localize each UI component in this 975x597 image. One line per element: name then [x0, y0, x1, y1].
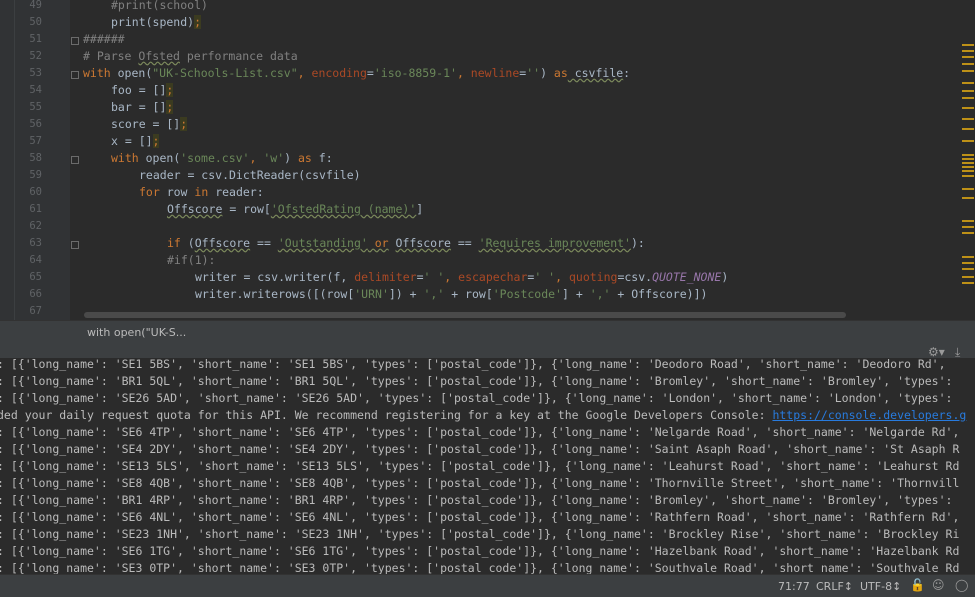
console-line: : [{'long_name': 'SE13 5LS', 'short_name…: [0, 459, 960, 473]
code-line[interactable]: with open("UK-Schools-List.csv", encodin…: [83, 65, 630, 82]
console-link[interactable]: https://console.developers.g: [772, 408, 966, 422]
code-line[interactable]: x = [];: [111, 133, 160, 150]
line-number: 60: [29, 186, 42, 198]
line-number: 55: [29, 101, 42, 113]
code-editor[interactable]: 49 50 51 52 53 54 55 56 57 58 59 60 61 6…: [0, 0, 975, 320]
error-stripe[interactable]: [957, 0, 975, 320]
code-line[interactable]: print(spend);: [111, 14, 202, 31]
console-line: : [{'long_name': 'SE26 5AD', 'short_name…: [0, 391, 960, 405]
code-line[interactable]: Offscore = row['OfstedRating (name)']: [167, 201, 423, 218]
console-line: : [{'long_name': 'SE6 4TP', 'short_name'…: [0, 425, 960, 439]
console-line: : [{'long_name': 'BR1 4RP', 'short_name'…: [0, 493, 960, 507]
code-line[interactable]: writer.writerows([(row['URN']) + ',' + r…: [195, 286, 707, 303]
code-line[interactable]: for row in reader:: [139, 184, 264, 201]
code-line[interactable]: reader = csv.DictReader(csvfile): [139, 167, 361, 184]
console-line: : [{'long_name': 'SE4 2DY', 'short_name'…: [0, 442, 960, 456]
line-number: 63: [29, 237, 42, 249]
line-number: 50: [29, 16, 42, 28]
line-number: 64: [29, 254, 42, 266]
line-number: 66: [29, 288, 42, 300]
run-console[interactable]: : [{'long_name': 'SE1 5BS', 'short_name'…: [0, 358, 975, 574]
line-number: 58: [29, 152, 42, 164]
fold-marker-icon[interactable]: [71, 156, 79, 164]
fold-marker-icon[interactable]: [71, 37, 79, 45]
encoding-selector[interactable]: UTF-8↕: [860, 580, 901, 593]
console-line: : [{'long_name': 'SE23 1NH', 'short_name…: [0, 527, 960, 541]
code-line[interactable]: writer = csv.writer(f, delimiter=' ', es…: [195, 269, 728, 286]
line-number: 51: [29, 33, 42, 45]
code-line[interactable]: score = [];: [111, 116, 188, 133]
line-number: 53: [29, 67, 42, 79]
console-line: ded your daily request quota for this AP…: [0, 408, 967, 422]
line-number: 62: [29, 220, 42, 232]
code-line[interactable]: # Parse Ofsted performance data: [83, 48, 298, 65]
horizontal-scrollbar[interactable]: [84, 312, 846, 318]
code-line[interactable]: #if(1):: [167, 252, 215, 269]
line-number: 49: [29, 0, 42, 11]
hector-icon[interactable]: ☺: [932, 578, 945, 592]
line-separator-selector[interactable]: CRLF↕: [816, 580, 853, 593]
console-line: : [{'long_name': 'BR1 5QL', 'short_name'…: [0, 374, 960, 388]
code-line[interactable]: #print(school): [111, 0, 208, 14]
gutter-divider: [14, 0, 15, 320]
fold-marker-icon[interactable]: [71, 241, 79, 249]
line-number: 56: [29, 118, 42, 130]
lock-icon[interactable]: 🔓: [910, 578, 925, 592]
line-number: 52: [29, 50, 42, 62]
code-line[interactable]: bar = [];: [111, 99, 174, 116]
event-log-icon[interactable]: ◯: [955, 578, 968, 592]
line-number: 61: [29, 203, 42, 215]
breadcrumb-item[interactable]: with open("UK-S...: [87, 326, 186, 339]
gear-icon[interactable]: ⚙▾: [928, 345, 945, 359]
line-number: 54: [29, 84, 42, 96]
code-line[interactable]: with open('some.csv', 'w') as f:: [111, 150, 333, 167]
console-line: : [{'long_name': 'SE6 1TG', 'short_name'…: [0, 544, 960, 558]
console-line: : [{'long_name': 'SE8 4QB', 'short_name'…: [0, 476, 960, 490]
status-bar: 71:77 CRLF↕ UTF-8↕ 🔓 ☺ ◯: [0, 574, 975, 597]
line-number: 57: [29, 135, 42, 147]
console-line: : [{'long_name': 'SE3 0TP', 'short_name'…: [0, 561, 960, 574]
console-line: : [{'long_name': 'SE1 5BS', 'short_name'…: [0, 358, 946, 371]
code-line[interactable]: if (Offscore == 'Outstanding' or Offscor…: [167, 235, 645, 252]
fold-marker-icon[interactable]: [71, 71, 79, 79]
line-number: 65: [29, 271, 42, 283]
code-line[interactable]: ######: [83, 31, 125, 48]
breadcrumb[interactable]: with open("UK-S...: [0, 320, 975, 345]
line-number: 59: [29, 169, 42, 181]
line-number: 67: [29, 305, 42, 317]
caret-position[interactable]: 71:77: [778, 580, 810, 593]
code-line[interactable]: foo = [];: [111, 82, 174, 99]
console-line: : [{'long_name': 'SE6 4NL', 'short_name'…: [0, 510, 960, 524]
